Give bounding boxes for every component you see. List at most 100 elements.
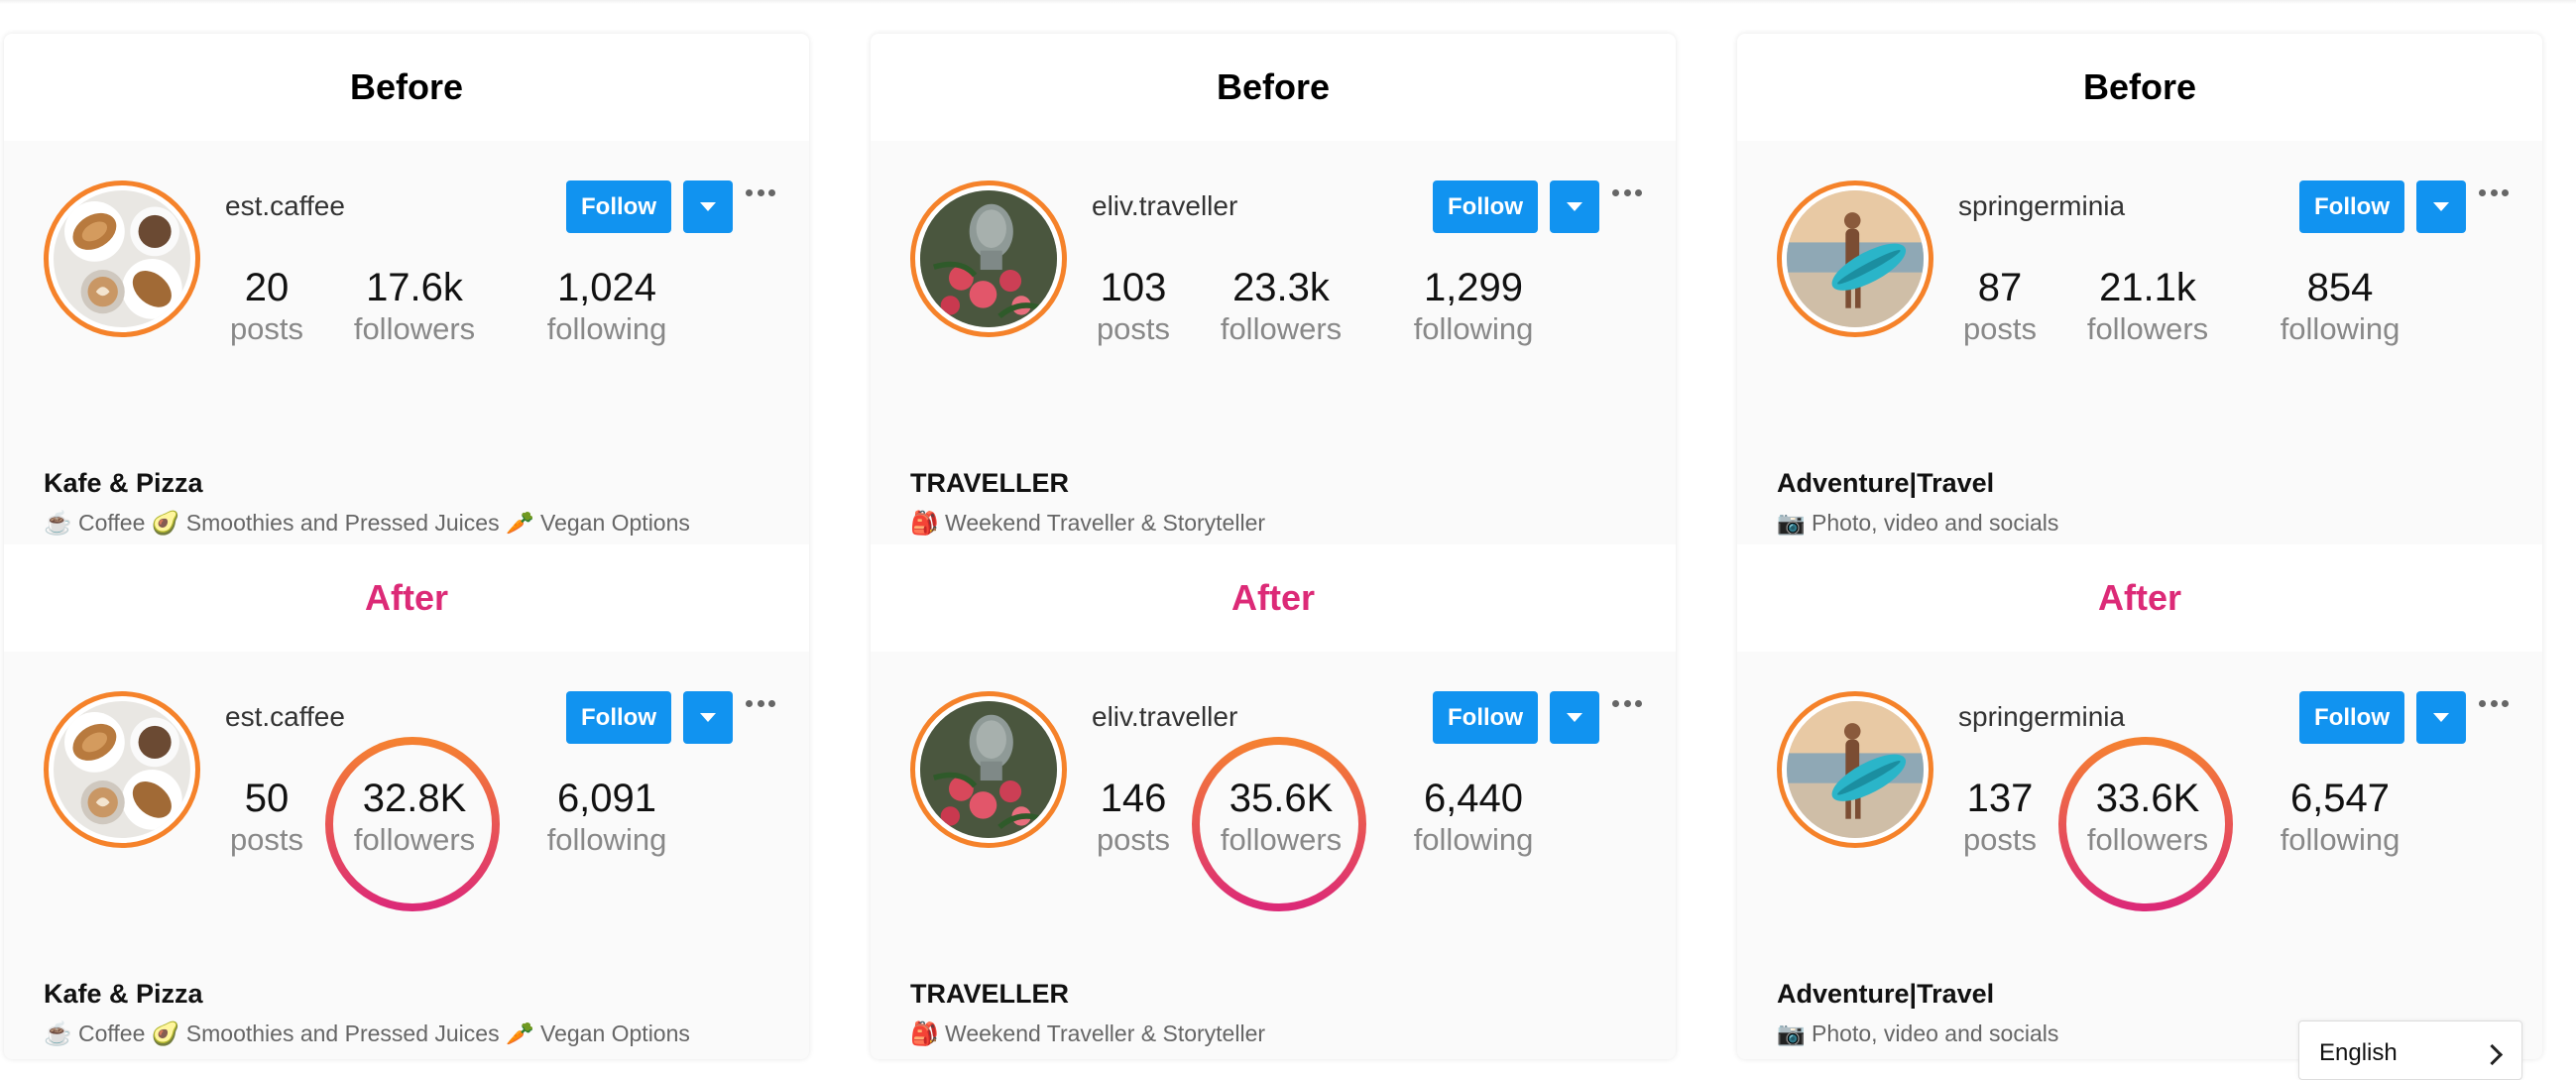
- following-stat[interactable]: 6,547 following: [2251, 777, 2429, 860]
- chevron-right-icon: [2481, 1043, 2504, 1066]
- after-heading: After: [1737, 544, 2542, 652]
- profile-card: Before est.caffee Follow 20 posts 17.6k …: [4, 34, 809, 1059]
- avatar[interactable]: [44, 180, 200, 337]
- followers-stat[interactable]: 21.1k followers: [2077, 266, 2218, 349]
- avatar-photo-icon: [920, 701, 1057, 838]
- following-label: following: [1413, 311, 1534, 346]
- posts-label: posts: [1096, 822, 1171, 857]
- after-heading: After: [871, 544, 1676, 652]
- profile-comparison-columns: Before est.caffee Follow 20 posts 17.6k …: [0, 34, 2576, 1059]
- following-count: 1,024: [556, 266, 657, 309]
- username[interactable]: springerminia: [1958, 190, 2125, 222]
- follow-button[interactable]: Follow: [2299, 180, 2404, 233]
- username[interactable]: springerminia: [1958, 701, 2125, 733]
- caret-down-icon: [1567, 202, 1582, 211]
- follow-options-button[interactable]: [1550, 180, 1599, 233]
- avatar[interactable]: [44, 691, 200, 848]
- username[interactable]: eliv.traveller: [1092, 701, 1237, 733]
- followers-count: 17.6k: [366, 266, 463, 309]
- follow-button[interactable]: Follow: [1433, 691, 1538, 744]
- bio-description: ☕ Coffee 🥑 Smoothies and Pressed Juices …: [44, 510, 690, 536]
- followers-label: followers: [1220, 311, 1343, 346]
- follow-button[interactable]: Follow: [2299, 691, 2404, 744]
- avatar-photo-icon: [920, 190, 1057, 327]
- caret-down-icon: [2433, 713, 2449, 722]
- username[interactable]: est.caffee: [225, 701, 345, 733]
- username[interactable]: est.caffee: [225, 190, 345, 222]
- posts-count: 146: [1100, 777, 1167, 820]
- follow-button[interactable]: Follow: [566, 180, 671, 233]
- after-section: After springerminia Follow 137 posts 33.…: [1737, 544, 2542, 1059]
- following-stat[interactable]: 6,440 following: [1384, 777, 1563, 860]
- after-section: After eliv.traveller Follow 146 posts 35…: [871, 544, 1676, 1059]
- bio-name: Adventure|Travel: [1777, 468, 1995, 498]
- follow-options-button[interactable]: [1550, 691, 1599, 744]
- followers-count: 35.6K: [1229, 777, 1334, 820]
- before-heading: Before: [871, 34, 1676, 141]
- posts-stat: 87 posts: [1958, 266, 2042, 349]
- language-selector-value: English: [2319, 1039, 2398, 1066]
- followers-label: followers: [353, 822, 476, 857]
- more-options-icon[interactable]: [2479, 693, 2509, 713]
- avatar-photo-icon: [54, 190, 190, 327]
- bio-name: Kafe & Pizza: [44, 468, 203, 498]
- follow-options-button[interactable]: [2416, 691, 2466, 744]
- top-divider: [0, 0, 2576, 4]
- avatar[interactable]: [1777, 691, 1933, 848]
- followers-stat[interactable]: 33.6K followers: [2077, 777, 2218, 860]
- followers-stat[interactable]: 35.6K followers: [1211, 777, 1351, 860]
- followers-stat[interactable]: 23.3k followers: [1211, 266, 1351, 349]
- followers-stat[interactable]: 32.8K followers: [344, 777, 485, 860]
- follow-options-button[interactable]: [2416, 180, 2466, 233]
- profile-preview: eliv.traveller Follow 103 posts 23.3k fo…: [871, 141, 1676, 548]
- caret-down-icon: [1567, 713, 1582, 722]
- follow-button[interactable]: Follow: [1433, 180, 1538, 233]
- posts-count: 137: [1966, 777, 2034, 820]
- username[interactable]: eliv.traveller: [1092, 190, 1237, 222]
- following-label: following: [2280, 311, 2400, 346]
- language-selector[interactable]: English: [2298, 1020, 2522, 1080]
- posts-stat: 50 posts: [225, 777, 308, 860]
- posts-count: 50: [244, 777, 290, 820]
- following-stat[interactable]: 1,024 following: [518, 266, 696, 349]
- posts-label: posts: [1096, 311, 1171, 346]
- posts-stat: 137 posts: [1958, 777, 2042, 860]
- followers-stat[interactable]: 17.6k followers: [344, 266, 485, 349]
- bio-name: Adventure|Travel: [1777, 979, 1995, 1009]
- caret-down-icon: [700, 202, 716, 211]
- more-options-icon[interactable]: [1612, 693, 1642, 713]
- more-options-icon[interactable]: [1612, 182, 1642, 202]
- following-stat[interactable]: 6,091 following: [518, 777, 696, 860]
- followers-count: 21.1k: [2099, 266, 2196, 309]
- before-section: Before eliv.traveller Follow 103 posts 2…: [871, 34, 1676, 544]
- bio-name: Kafe & Pizza: [44, 979, 203, 1009]
- profile-preview: eliv.traveller Follow 146 posts 35.6K fo…: [871, 652, 1676, 1059]
- bio-description: 🎒 Weekend Traveller & Storyteller: [910, 510, 1266, 536]
- following-stat[interactable]: 1,299 following: [1384, 266, 1563, 349]
- more-options-icon[interactable]: [746, 693, 775, 713]
- more-options-icon[interactable]: [746, 182, 775, 202]
- posts-label: posts: [229, 822, 304, 857]
- avatar[interactable]: [910, 691, 1067, 848]
- caret-down-icon: [2433, 202, 2449, 211]
- after-section: After est.caffee Follow 50 posts 32.8K f…: [4, 544, 809, 1059]
- following-count: 6,440: [1423, 777, 1524, 820]
- bio-description: 📷 Photo, video and socials: [1777, 1020, 2059, 1046]
- profile-preview: est.caffee Follow 20 posts 17.6k followe…: [4, 141, 809, 548]
- followers-count: 32.8K: [362, 777, 467, 820]
- follow-button[interactable]: Follow: [566, 691, 671, 744]
- before-section: Before springerminia Follow 87 posts 21.…: [1737, 34, 2542, 544]
- avatar-photo-icon: [1787, 701, 1924, 838]
- avatar-photo-icon: [54, 701, 190, 838]
- profile-card: Before springerminia Follow 87 posts 21.…: [1737, 34, 2542, 1059]
- following-label: following: [546, 311, 667, 346]
- follow-options-button[interactable]: [683, 691, 733, 744]
- followers-count: 23.3k: [1232, 266, 1330, 309]
- profile-card: Before eliv.traveller Follow 103 posts 2…: [871, 34, 1676, 1059]
- more-options-icon[interactable]: [2479, 182, 2509, 202]
- avatar[interactable]: [910, 180, 1067, 337]
- avatar[interactable]: [1777, 180, 1933, 337]
- posts-label: posts: [1962, 311, 2038, 346]
- following-stat[interactable]: 854 following: [2251, 266, 2429, 349]
- follow-options-button[interactable]: [683, 180, 733, 233]
